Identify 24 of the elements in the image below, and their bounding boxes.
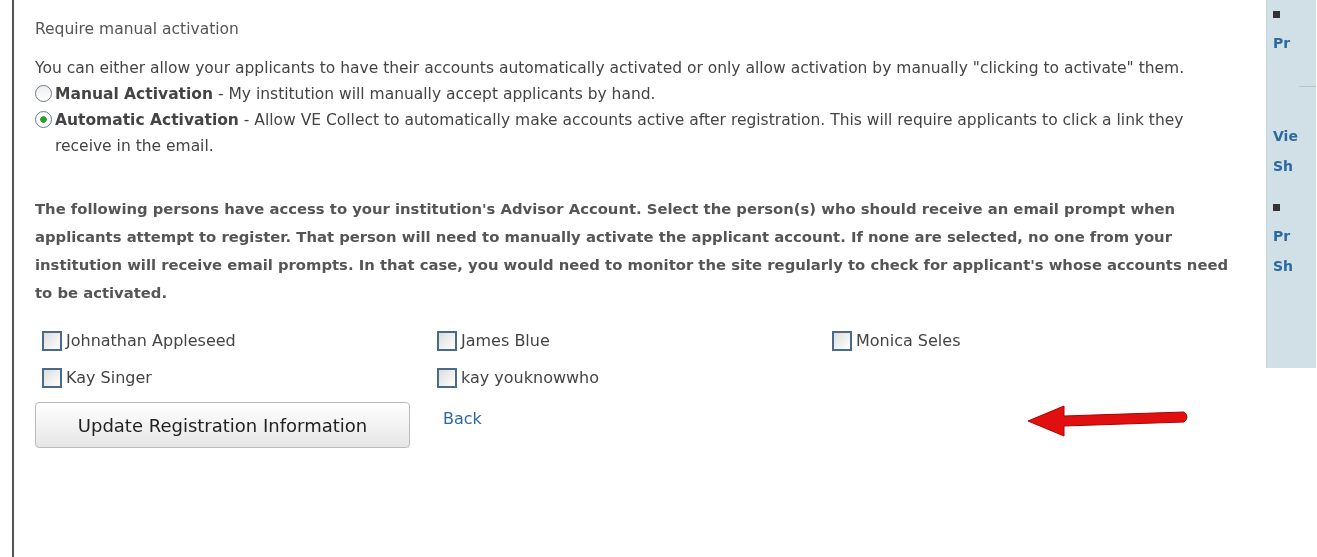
- checkbox[interactable]: [832, 331, 852, 352]
- person-name: Monica Seles: [856, 330, 961, 353]
- notice-text: The following persons have access to your institution's Advisor Account. Select the person(s) who should receive an email prompt when applicants attempt to register. That person will need to manually activate the applicant account. If none are selected, no one from your institution will receive email prompts. In that case, you would need to monitor the site regularly to check for applicant's whose accounts need to be activated.: [35, 199, 1230, 304]
- checkbox[interactable]: [42, 368, 62, 389]
- checkbox[interactable]: [437, 331, 457, 352]
- checkbox[interactable]: [437, 368, 457, 389]
- sidebar-link[interactable]: Pr: [1273, 35, 1291, 51]
- person-name: kay youknowwho: [461, 367, 600, 390]
- radio-button[interactable]: [35, 111, 52, 129]
- intro-text: You can either allow your applicants to have their accounts automatically activated or only allow activation by manually "clicking to activate" them.: [35, 58, 1186, 80]
- person-name: Kay Singer: [66, 367, 152, 390]
- radio-button[interactable]: [35, 85, 52, 103]
- section-heading: Require manual activation: [35, 19, 240, 40]
- checkbox[interactable]: [42, 331, 62, 352]
- option-label: Automatic Activation - Allow VE Collect to automatically make accounts active after registration. This will require applicants to click a link they receive in the email.: [55, 110, 1185, 158]
- option-label: Manual Activation - My institution will manually accept applicants by hand.: [55, 84, 656, 106]
- sidebar-link[interactable]: Vie: [1273, 128, 1298, 144]
- person-name: James Blue: [461, 330, 550, 353]
- sidebar-link[interactable]: Pr: [1273, 228, 1291, 244]
- update-button[interactable]: Update Registration Information: [35, 402, 410, 449]
- back-link[interactable]: Back: [443, 407, 482, 432]
- sidebar-link[interactable]: Sh: [1273, 158, 1294, 174]
- sidebar-link[interactable]: Sh: [1273, 258, 1294, 274]
- person-name: Johnathan Appleseed: [66, 330, 236, 353]
